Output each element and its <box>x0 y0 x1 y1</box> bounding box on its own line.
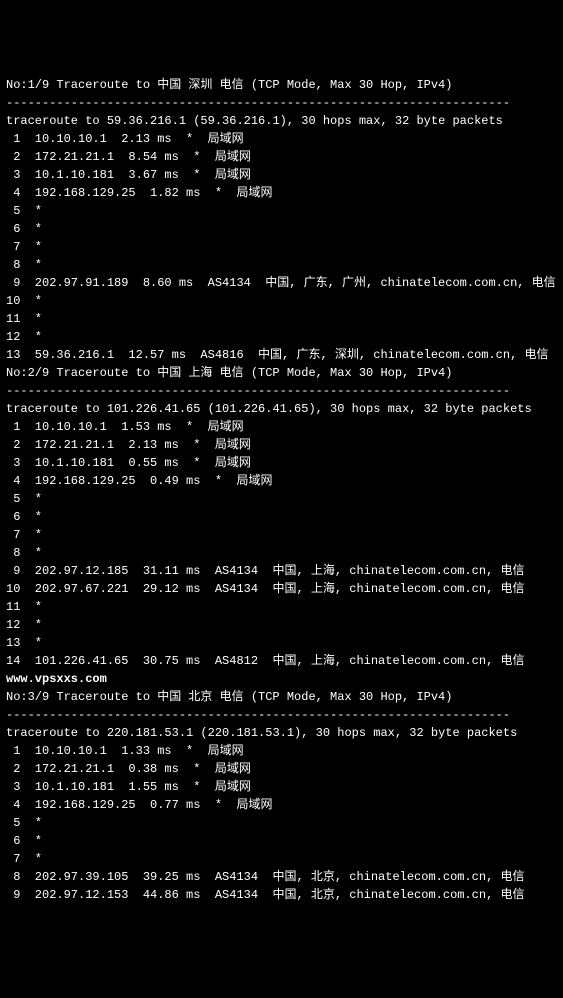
hop-line: 11 * <box>6 310 557 328</box>
hop-line: 5 * <box>6 202 557 220</box>
hop-line: 11 * <box>6 598 557 616</box>
hop-line: 1 10.10.10.1 2.13 ms * 局域网 <box>6 130 557 148</box>
trace-header: No:3/9 Traceroute to 中国 北京 电信 (TCP Mode,… <box>6 688 557 706</box>
hop-line: 9 202.97.12.185 31.11 ms AS4134 中国, 上海, … <box>6 562 557 580</box>
hop-line: 7 * <box>6 238 557 256</box>
hop-line: 13 59.36.216.1 12.57 ms AS4816 中国, 广东, 深… <box>6 346 557 364</box>
hop-line: 7 * <box>6 526 557 544</box>
hop-line: 8 * <box>6 256 557 274</box>
hop-line: 10 202.97.67.221 29.12 ms AS4134 中国, 上海,… <box>6 580 557 598</box>
hop-line: 14 101.226.41.65 30.75 ms AS4812 中国, 上海,… <box>6 652 557 670</box>
hop-line: 5 * <box>6 814 557 832</box>
hop-line: 12 * <box>6 616 557 634</box>
hop-line: 10 * <box>6 292 557 310</box>
trace-header: No:1/9 Traceroute to 中国 深圳 电信 (TCP Mode,… <box>6 76 557 94</box>
watermark: www.vpsxxs.com <box>6 670 557 688</box>
hop-line: 3 10.1.10.181 1.55 ms * 局域网 <box>6 778 557 796</box>
hop-line: 9 202.97.12.153 44.86 ms AS4134 中国, 北京, … <box>6 886 557 904</box>
hop-line: 12 * <box>6 328 557 346</box>
hop-line: 2 172.21.21.1 0.38 ms * 局域网 <box>6 760 557 778</box>
trace-header: No:2/9 Traceroute to 中国 上海 电信 (TCP Mode,… <box>6 364 557 382</box>
hop-line: 2 172.21.21.1 2.13 ms * 局域网 <box>6 436 557 454</box>
hop-line: 4 192.168.129.25 0.49 ms * 局域网 <box>6 472 557 490</box>
hop-line: 13 * <box>6 634 557 652</box>
hop-line: 4 192.168.129.25 1.82 ms * 局域网 <box>6 184 557 202</box>
hop-line: 7 * <box>6 850 557 868</box>
hop-line: 8 202.97.39.105 39.25 ms AS4134 中国, 北京, … <box>6 868 557 886</box>
divider: ----------------------------------------… <box>6 382 557 400</box>
trace-summary: traceroute to 220.181.53.1 (220.181.53.1… <box>6 724 557 742</box>
hop-line: 2 172.21.21.1 8.54 ms * 局域网 <box>6 148 557 166</box>
hop-line: 6 * <box>6 832 557 850</box>
divider: ----------------------------------------… <box>6 94 557 112</box>
trace-summary: traceroute to 59.36.216.1 (59.36.216.1),… <box>6 112 557 130</box>
hop-line: 3 10.1.10.181 3.67 ms * 局域网 <box>6 166 557 184</box>
hop-line: 6 * <box>6 508 557 526</box>
hop-line: 8 * <box>6 544 557 562</box>
trace-summary: traceroute to 101.226.41.65 (101.226.41.… <box>6 400 557 418</box>
hop-line: 3 10.1.10.181 0.55 ms * 局域网 <box>6 454 557 472</box>
hop-line: 9 202.97.91.189 8.60 ms AS4134 中国, 广东, 广… <box>6 274 557 292</box>
hop-line: 6 * <box>6 220 557 238</box>
hop-line: 1 10.10.10.1 1.53 ms * 局域网 <box>6 418 557 436</box>
divider: ----------------------------------------… <box>6 706 557 724</box>
terminal-output: No:1/9 Traceroute to 中国 深圳 电信 (TCP Mode,… <box>6 76 557 904</box>
hop-line: 5 * <box>6 490 557 508</box>
hop-line: 4 192.168.129.25 0.77 ms * 局域网 <box>6 796 557 814</box>
hop-line: 1 10.10.10.1 1.33 ms * 局域网 <box>6 742 557 760</box>
